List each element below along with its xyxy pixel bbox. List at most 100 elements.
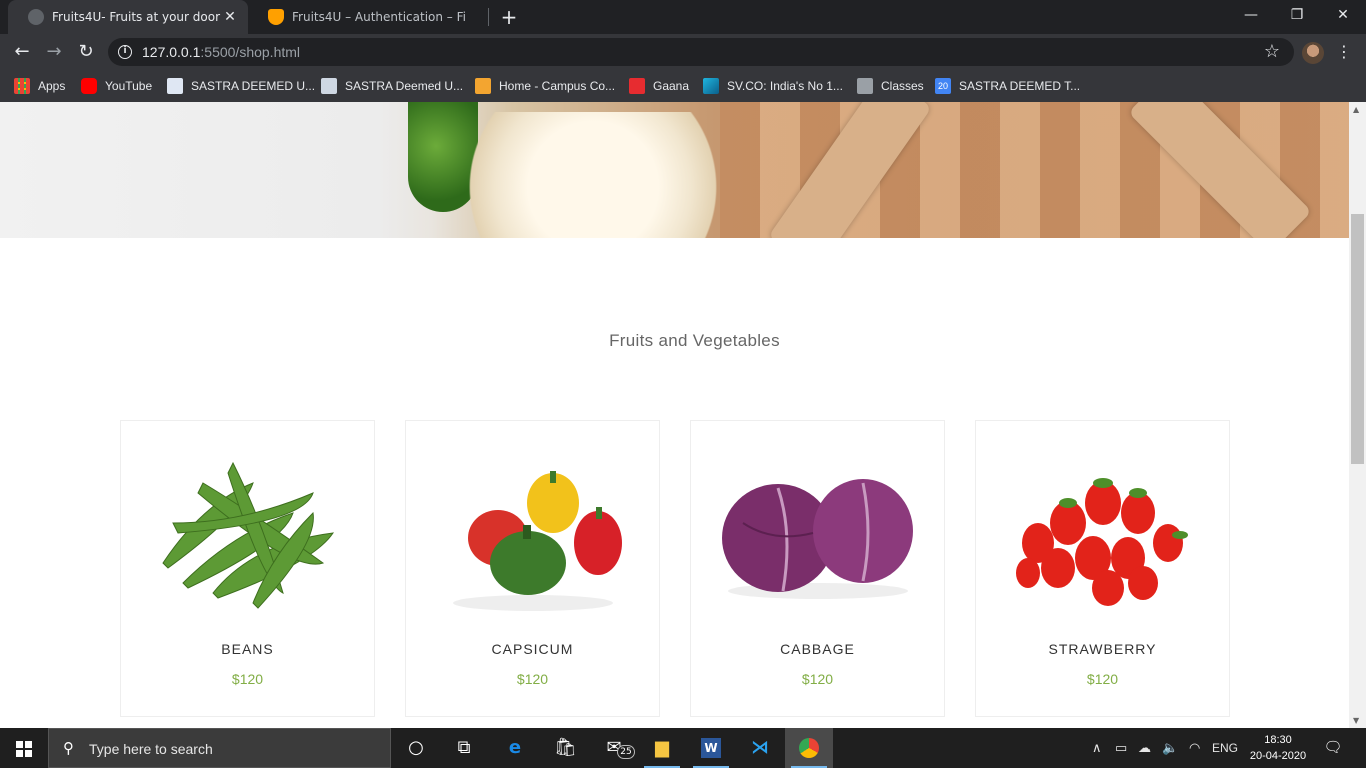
file-explorer-app[interactable]: ▆	[638, 728, 686, 768]
windows-logo-icon	[16, 741, 32, 757]
cabbage-image	[722, 479, 913, 599]
product-name[interactable]: CAPSICUM	[406, 641, 659, 657]
bookmark-classes[interactable]: Classes	[857, 77, 924, 95]
scroll-down-arrow-icon[interactable]: ▼	[1353, 716, 1359, 725]
tab-fruits4u-shop[interactable]: Fruits4U- Fruits at your door ✕	[8, 0, 248, 34]
bookmark-star-icon[interactable]: ☆	[1264, 41, 1280, 62]
bookmark-label: Gaana	[653, 79, 690, 93]
action-center-icon[interactable]: 🗨	[1322, 738, 1344, 758]
clock-date: 20-04-2020	[1249, 750, 1307, 762]
address-bar[interactable]: i 127.0.0.1:5500/shop.html ☆	[108, 38, 1294, 66]
task-view-icon: ⧉	[457, 737, 471, 758]
product-card-beans[interactable]: BEANS $120	[120, 420, 375, 717]
bookmark-label: YouTube	[105, 79, 153, 93]
product-card-strawberry[interactable]: STRAWBERRY $120	[975, 420, 1230, 717]
back-button[interactable]: ←	[10, 40, 34, 64]
close-window-button[interactable]: ✕	[1320, 0, 1366, 30]
bookmark-youtube[interactable]: YouTube	[81, 77, 152, 95]
bookmark-label: Home - Campus Co...	[499, 79, 616, 93]
search-placeholder: Type here to search	[89, 741, 213, 757]
bookmarks-bar: Apps YouTube SASTRA DEEMED U... SASTRA D…	[0, 70, 1366, 102]
word-icon: W	[701, 738, 721, 758]
tab-title: Fruits4U- Fruits at your door	[52, 10, 220, 24]
tab-separator	[488, 8, 489, 26]
minimize-button[interactable]: —	[1228, 0, 1274, 30]
classroom-icon	[857, 78, 873, 94]
tray-overflow-chevron-icon[interactable]: ∧	[1092, 740, 1102, 756]
bookmark-label: Classes	[881, 79, 924, 93]
new-tab-button[interactable]: +	[498, 6, 520, 28]
tab-firebase-auth[interactable]: Fruits4U – Authentication – Fireb	[248, 0, 488, 34]
calendar-icon: 20	[935, 78, 951, 94]
product-name[interactable]: STRAWBERRY	[976, 641, 1229, 657]
scroll-thumb[interactable]	[1351, 214, 1364, 464]
url-text[interactable]: 127.0.0.1:5500/shop.html	[142, 44, 300, 60]
page-scrollbar[interactable]: ▲ ▼	[1349, 102, 1366, 728]
bookmark-sastra-3[interactable]: 20 SASTRA DEEMED T...	[935, 77, 1080, 95]
close-tab-icon[interactable]: ✕	[222, 9, 238, 25]
cortana-button[interactable]: ○	[392, 728, 440, 768]
campus-icon	[475, 78, 491, 94]
capsicum-image	[453, 471, 622, 611]
word-app[interactable]: W	[687, 728, 735, 768]
bookmark-sastra-1[interactable]: SASTRA DEEMED U...	[167, 77, 315, 95]
mail-count-badge: 25	[617, 745, 635, 759]
chrome-app[interactable]	[785, 728, 833, 768]
bookmark-label: SASTRA DEEMED U...	[191, 79, 316, 93]
info-icon[interactable]: i	[118, 45, 132, 59]
battery-icon[interactable]: ▭	[1115, 740, 1127, 756]
bookmark-gaana[interactable]: Gaana	[629, 77, 689, 95]
tab-title: Fruits4U – Authentication – Fireb	[292, 10, 467, 24]
bookmark-label: SV.CO: India's No 1...	[727, 79, 843, 93]
clock-time: 18:30	[1264, 734, 1292, 746]
edge-icon: e	[508, 737, 522, 758]
bookmark-svco[interactable]: SV.CO: India's No 1...	[703, 77, 843, 95]
product-price: $120	[516, 671, 549, 687]
gaana-icon	[629, 78, 645, 94]
bookmark-label: Apps	[38, 79, 66, 93]
reload-button[interactable]: ↻	[74, 40, 98, 64]
forward-button[interactable]: →	[42, 40, 66, 64]
scroll-up-arrow-icon[interactable]: ▲	[1353, 105, 1359, 114]
section-title: Fruits and Vegetables	[609, 331, 780, 350]
taskbar-search[interactable]: ⚲ Type here to search	[48, 728, 391, 768]
youtube-icon	[81, 78, 97, 94]
product-price: $120	[801, 671, 834, 687]
task-view-button[interactable]: ⧉	[440, 728, 488, 768]
chrome-icon	[799, 738, 819, 758]
bookmark-sastra-2[interactable]: SASTRA Deemed U...	[321, 77, 463, 95]
bookmark-label: SASTRA DEEMED T...	[959, 79, 1081, 93]
svco-icon	[703, 78, 719, 94]
profile-avatar[interactable]	[1302, 42, 1324, 64]
volume-icon[interactable]: 🔈	[1162, 740, 1178, 756]
url-host: 127.0.0.1	[142, 44, 201, 60]
language-indicator[interactable]: ENG	[1212, 741, 1238, 755]
chrome-menu-icon[interactable]: ⋮	[1336, 40, 1352, 64]
cortana-circle-icon: ○	[408, 737, 424, 758]
store-bag-icon: 🛍	[554, 737, 577, 758]
globe-icon	[28, 9, 44, 25]
hero-banner-image	[0, 102, 1349, 238]
product-price: $120	[1086, 671, 1119, 687]
product-name[interactable]: CABBAGE	[691, 641, 944, 657]
vscode-app[interactable]: ⋊	[736, 728, 784, 768]
bookmark-campus[interactable]: Home - Campus Co...	[475, 77, 615, 95]
edge-app[interactable]: e	[491, 728, 539, 768]
onedrive-cloud-icon[interactable]: ☁	[1138, 740, 1151, 756]
product-card-cabbage[interactable]: CABBAGE $120	[690, 420, 945, 717]
bookmark-apps[interactable]: Apps	[14, 77, 65, 95]
restore-button[interactable]: ❐	[1274, 0, 1320, 30]
product-name[interactable]: BEANS	[121, 641, 374, 657]
start-button[interactable]	[0, 728, 48, 768]
product-card-capsicum[interactable]: CAPSICUM $120	[405, 420, 660, 717]
apps-grid-icon	[14, 78, 30, 94]
search-icon: ⚲	[63, 739, 74, 757]
product-price: $120	[231, 671, 264, 687]
beans-image	[162, 461, 335, 609]
wifi-icon[interactable]: ◠	[1189, 740, 1200, 756]
sastra-site-icon	[321, 78, 337, 94]
strawberry-image	[1016, 478, 1188, 606]
bookmark-label: SASTRA Deemed U...	[345, 79, 464, 93]
taskbar-clock[interactable]: 18:30 20-04-2020	[1248, 732, 1308, 764]
store-app[interactable]: 🛍	[540, 728, 588, 768]
